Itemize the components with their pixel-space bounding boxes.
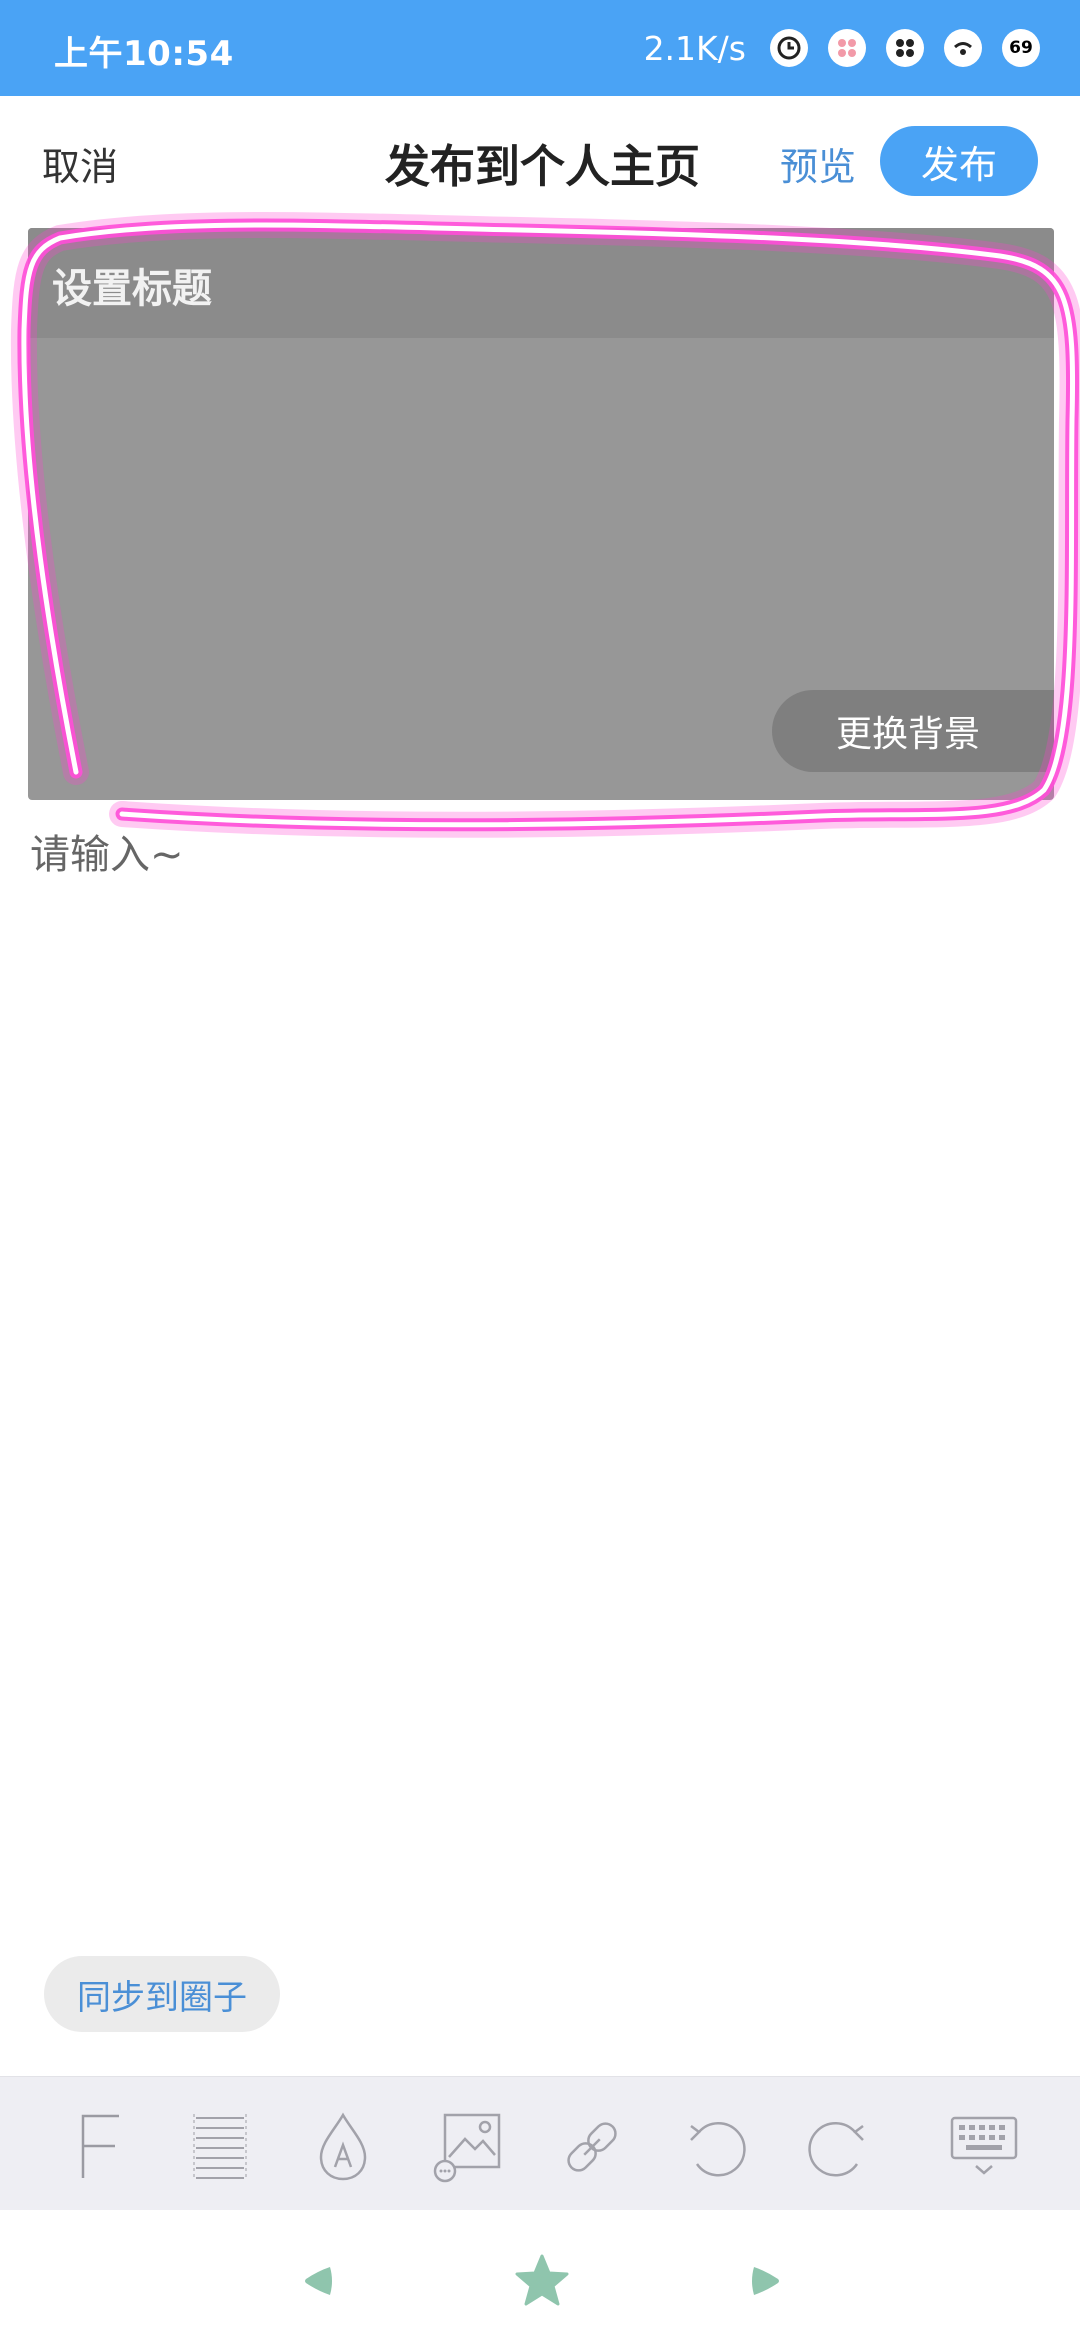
publish-button[interactable]: 发布: [880, 126, 1038, 196]
hide-keyboard-icon[interactable]: [944, 2107, 1024, 2187]
navigation-bar: [0, 2210, 1080, 2340]
sync-to-circle-button[interactable]: 同步到圈子: [44, 1956, 280, 2032]
header: 取消 发布到个人主页 预览 发布: [0, 96, 1080, 226]
app-grid-icon: [886, 29, 924, 67]
home-icon[interactable]: [507, 2246, 577, 2316]
cover-image-area[interactable]: 设置标题 更换背景: [28, 228, 1054, 800]
back-icon[interactable]: [283, 2246, 353, 2316]
paragraph-icon[interactable]: [180, 2107, 260, 2187]
wifi-icon: [944, 29, 982, 67]
editor-toolbar: [0, 2076, 1080, 2210]
status-bar: 上午10:54 2.1K/s 69: [0, 0, 1080, 96]
page-title: 发布到个人主页: [385, 140, 701, 193]
font-style-icon[interactable]: [55, 2107, 135, 2187]
app-notification-icon: [828, 29, 866, 67]
battery-icon: 69: [1002, 29, 1040, 67]
text-color-icon[interactable]: [303, 2107, 383, 2187]
preview-button[interactable]: 预览: [780, 136, 856, 191]
cancel-button[interactable]: 取消: [42, 136, 118, 191]
recents-icon[interactable]: [731, 2246, 801, 2316]
redo-icon[interactable]: [798, 2107, 878, 2187]
status-icons: 2.1K/s 69: [644, 26, 1040, 70]
battery-level: 69: [1009, 38, 1033, 58]
insert-image-icon[interactable]: [428, 2107, 508, 2187]
undo-icon[interactable]: [676, 2107, 756, 2187]
network-speed: 2.1K/s: [643, 28, 746, 68]
change-background-button[interactable]: 更换背景: [772, 690, 1054, 772]
link-icon[interactable]: [552, 2107, 632, 2187]
content-input[interactable]: 请输入~: [30, 822, 184, 880]
alarm-clock-icon: [770, 29, 808, 67]
status-time: 上午10:54: [54, 34, 234, 74]
cover-title-bar[interactable]: 设置标题: [28, 228, 1054, 338]
title-input[interactable]: 设置标题: [52, 256, 212, 314]
